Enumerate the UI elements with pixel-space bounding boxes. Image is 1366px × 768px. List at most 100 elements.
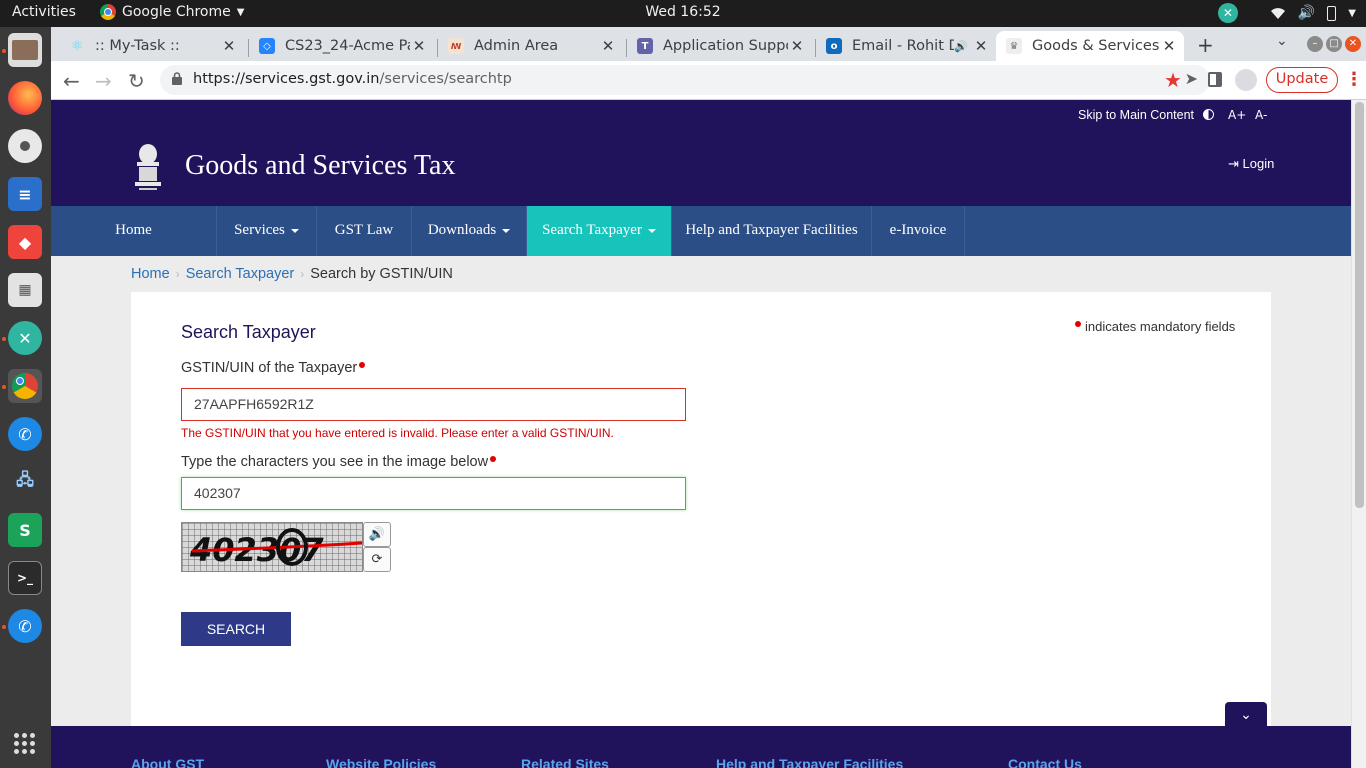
update-button[interactable]: Update: [1266, 67, 1338, 93]
chrome-icon[interactable]: [8, 369, 42, 403]
phone-icon[interactable]: ✆: [8, 417, 42, 451]
files-icon[interactable]: [8, 33, 42, 67]
firefox-icon[interactable]: [8, 81, 42, 115]
network-tool-icon[interactable]: 🖧: [8, 465, 42, 499]
activities-button[interactable]: Activities: [12, 4, 76, 20]
back-button[interactable]: ←: [63, 69, 80, 93]
close-icon[interactable]: ✕: [599, 37, 617, 55]
gstin-error-message: The GSTIN/UIN that you have entered is i…: [181, 426, 614, 440]
nav-label: e-Invoice: [889, 222, 947, 238]
app-menu[interactable]: Google Chrome ▼: [100, 4, 244, 20]
outlook-icon: o: [826, 38, 842, 54]
volume-icon: 🔊: [1297, 5, 1316, 21]
speaker-icon[interactable]: 🔊: [954, 40, 968, 53]
footer-link[interactable]: About GST: [131, 756, 204, 768]
tab[interactable]: T Application Suppo ✕: [627, 31, 812, 61]
anydesk-icon[interactable]: ◆: [8, 225, 42, 259]
close-window-button[interactable]: ✕: [1345, 36, 1361, 52]
breadcrumb-search-taxpayer[interactable]: Search Taxpayer: [186, 266, 295, 282]
font-decrease-button[interactable]: A-: [1255, 108, 1267, 122]
bookmark-star-icon[interactable]: ★: [1164, 68, 1182, 92]
remote-desktop-icon: ✕: [1217, 3, 1238, 23]
breadcrumb-home[interactable]: Home: [131, 266, 170, 282]
nav-search-taxpayer[interactable]: Search Taxpayer: [527, 206, 672, 256]
page-scrollbar[interactable]: [1351, 100, 1366, 768]
skip-to-main-link[interactable]: Skip to Main Content: [1078, 108, 1194, 122]
scrollbar-thumb[interactable]: [1355, 102, 1364, 508]
clock[interactable]: Wed 16:52: [645, 4, 720, 20]
nav-gst-law[interactable]: GST Law: [317, 206, 412, 256]
system-tray[interactable]: ✕ 🔊 ▼: [1217, 3, 1356, 23]
calculator-icon[interactable]: ▦: [8, 273, 42, 307]
minimize-button[interactable]: –: [1307, 36, 1323, 52]
chrome-icon: [100, 4, 116, 20]
footer-link[interactable]: Contact Us: [1008, 756, 1082, 768]
terminal-icon[interactable]: >_: [8, 561, 42, 595]
scroll-toggle-button[interactable]: ⌄: [1225, 702, 1267, 728]
tab[interactable]: ꟿ Admin Area ✕: [438, 31, 623, 61]
forward-button[interactable]: →: [95, 69, 112, 93]
close-icon[interactable]: ✕: [1160, 37, 1178, 55]
new-tab-button[interactable]: +: [1197, 33, 1214, 57]
teams-icon: T: [637, 38, 653, 54]
spreadsheet-icon[interactable]: S: [8, 513, 42, 547]
phone-icon[interactable]: ✆: [8, 609, 42, 643]
nav-help[interactable]: Help and Taxpayer Facilities: [672, 206, 872, 256]
nav-label: Search Taxpayer: [542, 222, 642, 238]
captcha-input[interactable]: 402307: [181, 477, 686, 510]
captcha-label-text: Type the characters you see in the image…: [181, 454, 489, 470]
mandatory-note: indicates mandatory fields: [1073, 319, 1235, 334]
tab[interactable]: o Email - Rohit D 🔊 ✕: [816, 31, 996, 61]
national-emblem-logo: [135, 144, 161, 190]
remote-desktop-icon[interactable]: ✕: [8, 321, 42, 355]
send-tab-icon[interactable]: ➤: [1185, 69, 1198, 88]
font-increase-button[interactable]: A+: [1228, 108, 1246, 122]
contrast-toggle-icon[interactable]: [1203, 109, 1214, 120]
address-bar[interactable]: https://services.gst.gov.in/services/sea…: [160, 65, 1210, 95]
tab[interactable]: ◇ CS23_24-Acme Pac ✕: [249, 31, 434, 61]
tab[interactable]: ⚛ :: My-Task :: ✕: [59, 31, 244, 61]
show-apps-icon[interactable]: [14, 733, 35, 754]
site-header: Skip to Main Content A+ A- Goods and Ser…: [51, 100, 1351, 206]
caret-down-icon: [647, 228, 656, 233]
site-title: Goods and Services Tax: [185, 150, 456, 181]
close-icon[interactable]: ✕: [410, 37, 428, 55]
login-icon: ⇥: [1228, 156, 1239, 171]
tab-title: Goods & Services T: [1032, 38, 1160, 54]
login-link[interactable]: ⇥ Login: [1228, 156, 1274, 172]
menu-kebab-icon[interactable]: ⋮: [1345, 69, 1363, 90]
caret-down-icon: [290, 228, 299, 233]
gstin-input[interactable]: 27AAPFH6592R1Z: [181, 388, 686, 421]
admin-icon: ꟿ: [448, 38, 464, 54]
close-icon[interactable]: ✕: [220, 37, 238, 55]
profile-avatar[interactable]: [1235, 69, 1257, 91]
nav-label: GST Law: [334, 222, 394, 238]
maximize-button[interactable]: □: [1326, 36, 1342, 52]
tab-search-button[interactable]: ⌄: [1276, 33, 1288, 49]
nav-e-invoice[interactable]: e-Invoice: [872, 206, 965, 256]
side-panel-icon[interactable]: [1208, 72, 1222, 87]
search-button[interactable]: SEARCH: [181, 612, 291, 646]
refresh-captcha-button[interactable]: ⟳: [363, 547, 391, 572]
nav-home[interactable]: Home: [51, 206, 217, 256]
audio-captcha-button[interactable]: 🔊: [363, 522, 391, 547]
footer-link[interactable]: Help and Taxpayer Facilities: [716, 756, 903, 768]
captcha-label: Type the characters you see in the image…: [181, 454, 500, 470]
speaker-icon: 🔊: [368, 527, 386, 542]
footer-link[interactable]: Website Policies: [326, 756, 436, 768]
footer-link[interactable]: Related Sites: [521, 756, 609, 768]
url-path: /services/searchtp: [379, 71, 512, 87]
close-icon[interactable]: ✕: [788, 37, 806, 55]
reload-button[interactable]: ↻: [128, 69, 145, 93]
disk-icon[interactable]: [8, 129, 42, 163]
login-label: Login: [1242, 156, 1275, 171]
mandatory-note-text: indicates mandatory fields: [1085, 319, 1236, 334]
tab-title: Admin Area: [474, 38, 559, 54]
wifi-icon: [1270, 8, 1285, 19]
nav-label: Services: [234, 222, 285, 238]
tab-active[interactable]: ♛ Goods & Services T ✕: [996, 31, 1184, 61]
close-icon[interactable]: ✕: [972, 37, 990, 55]
nav-downloads[interactable]: Downloads: [412, 206, 527, 256]
nav-services[interactable]: Services: [217, 206, 317, 256]
document-viewer-icon[interactable]: ≡: [8, 177, 42, 211]
